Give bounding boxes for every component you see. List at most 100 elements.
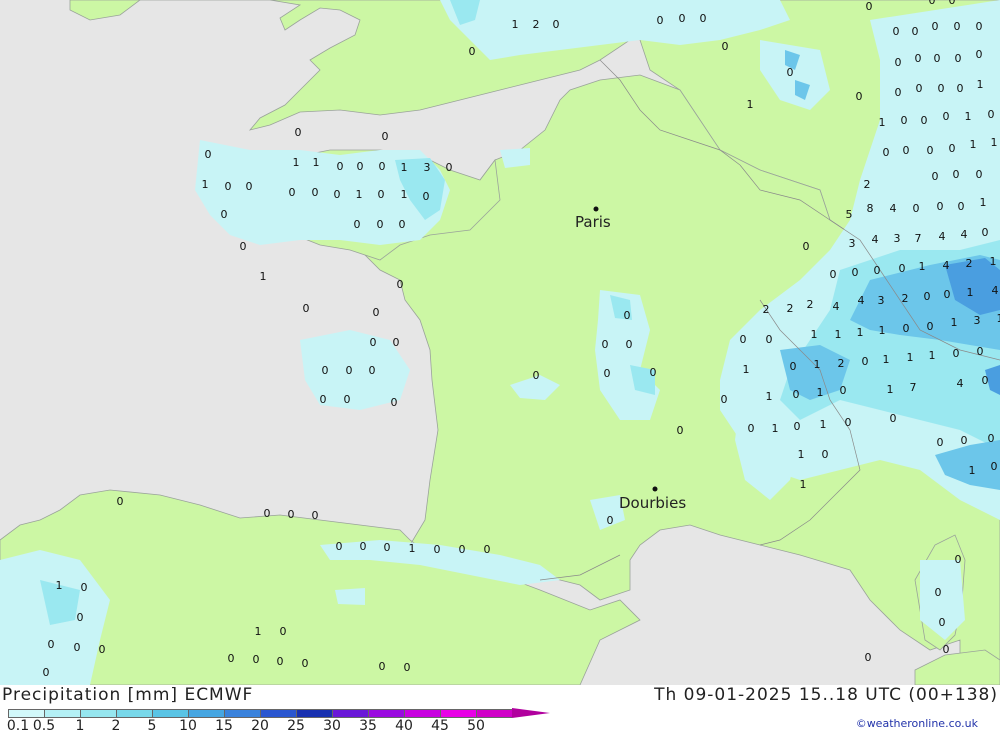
precip-value: 7 [915,232,922,245]
precip-value: 1 [887,383,894,396]
precip-value: 0 [312,186,319,199]
precip-value: 0 [895,86,902,99]
precip-value: 1 [401,188,408,201]
precip-value: 0 [721,393,728,406]
precip-value: 0 [822,448,829,461]
precip-value: 1 [313,156,320,169]
precip-value: 4 [943,259,950,272]
precip-value: 1 [56,579,63,592]
precip-value: 0 [748,422,755,435]
precip-value: 1 [814,358,821,371]
precip-value: 0 [794,420,801,433]
precip-value: 0 [679,12,686,25]
precip-value: 0 [246,180,253,193]
precip-value: 0 [976,48,983,61]
precip-value: 0 [459,543,466,556]
precip-value: 0 [344,393,351,406]
precip-value: 1 [811,328,818,341]
precip-value: 0 [373,306,380,319]
precip-value: 1 [772,422,779,435]
precip-value: 0 [337,160,344,173]
legend-swatch [116,709,152,718]
precip-value: 1 [356,188,363,201]
precip-value: 0 [976,168,983,181]
legend-tick-label: 35 [359,718,377,734]
footer-bar: Precipitation [mm] ECMWF Th 09-01-2025 1… [0,685,1000,733]
precip-value: 1 [970,138,977,151]
precip-value: 0 [240,240,247,253]
precip-value: 1 [800,478,807,491]
precip-value: 0 [378,188,385,201]
precip-value: 0 [899,262,906,275]
precip-value: 1 [835,328,842,341]
precip-value: 0 [377,218,384,231]
precip-value: 0 [866,0,873,13]
precip-value: 0 [874,264,881,277]
precip-value: 0 [288,508,295,521]
precip-value: 0 [289,186,296,199]
precip-value: 1 [919,260,926,273]
precip-value: 0 [740,333,747,346]
precip-value: 1 [202,178,209,191]
legend-swatch [188,709,224,718]
precip-value: 4 [939,230,946,243]
precip-value: 0 [901,114,908,127]
legend-arrow-icon [512,708,550,718]
map-canvas: 1200000011000130000100000101000000100000… [0,0,1000,685]
precip-value: 0 [958,200,965,213]
precip-value: 0 [953,168,960,181]
precip-value: 1 [967,286,974,299]
precip-value: 0 [766,333,773,346]
precip-value: 0 [790,360,797,373]
precip-value: 0 [954,20,961,33]
precip-value: 4 [872,233,879,246]
precip-value: 0 [228,652,235,665]
legend-tick-label: 0.5 [33,718,55,734]
precip-value: 0 [862,355,869,368]
precip-value: 0 [607,514,614,527]
precip-value: 1 [977,78,984,91]
precip-value: 0 [677,424,684,437]
precip-value: 0 [81,581,88,594]
precip-value: 0 [322,364,329,377]
precip-value: 2 [787,302,794,315]
precip-value: 0 [221,208,228,221]
map-title: Precipitation [mm] ECMWF [2,685,253,705]
legend-tick-label: 10 [179,718,197,734]
precip-value: 0 [957,82,964,95]
precip-value: 0 [357,160,364,173]
legend-tick-label: 25 [287,718,305,734]
precip-value: 0 [312,509,319,522]
precip-value: 0 [657,14,664,27]
precip-value: 2 [763,303,770,316]
city-marker [594,207,599,212]
forecast-datetime: Th 09-01-2025 15..18 UTC (00+138) [654,685,998,705]
legend-swatch [476,709,512,718]
precip-value: 0 [935,586,942,599]
precip-value: 2 [966,257,973,270]
precip-value: 0 [722,40,729,53]
precip-value: 0 [937,200,944,213]
precip-value: 1 [409,542,416,555]
legend-swatch [332,709,368,718]
precip-value: 0 [384,541,391,554]
legend-tick-label: 30 [323,718,341,734]
city-name-paris: Paris [575,213,611,231]
precip-value: 0 [921,114,928,127]
precip-value: 0 [48,638,55,651]
precip-value: 1 [743,363,750,376]
legend-swatch [44,709,80,718]
site-credit[interactable]: ©weatheronline.co.uk [856,717,978,730]
precip-value: 3 [894,232,901,245]
precip-value: 0 [895,56,902,69]
precip-value: 4 [858,294,865,307]
precip-value: 8 [867,202,874,215]
precip-value: 1 [512,18,519,31]
precip-value: 0 [883,146,890,159]
precip-value: 0 [382,130,389,143]
precip-value: 1 [907,351,914,364]
precip-value: 0 [977,345,984,358]
precip-value: 0 [944,288,951,301]
precip-value: 4 [992,284,999,297]
precip-value: 0 [700,12,707,25]
